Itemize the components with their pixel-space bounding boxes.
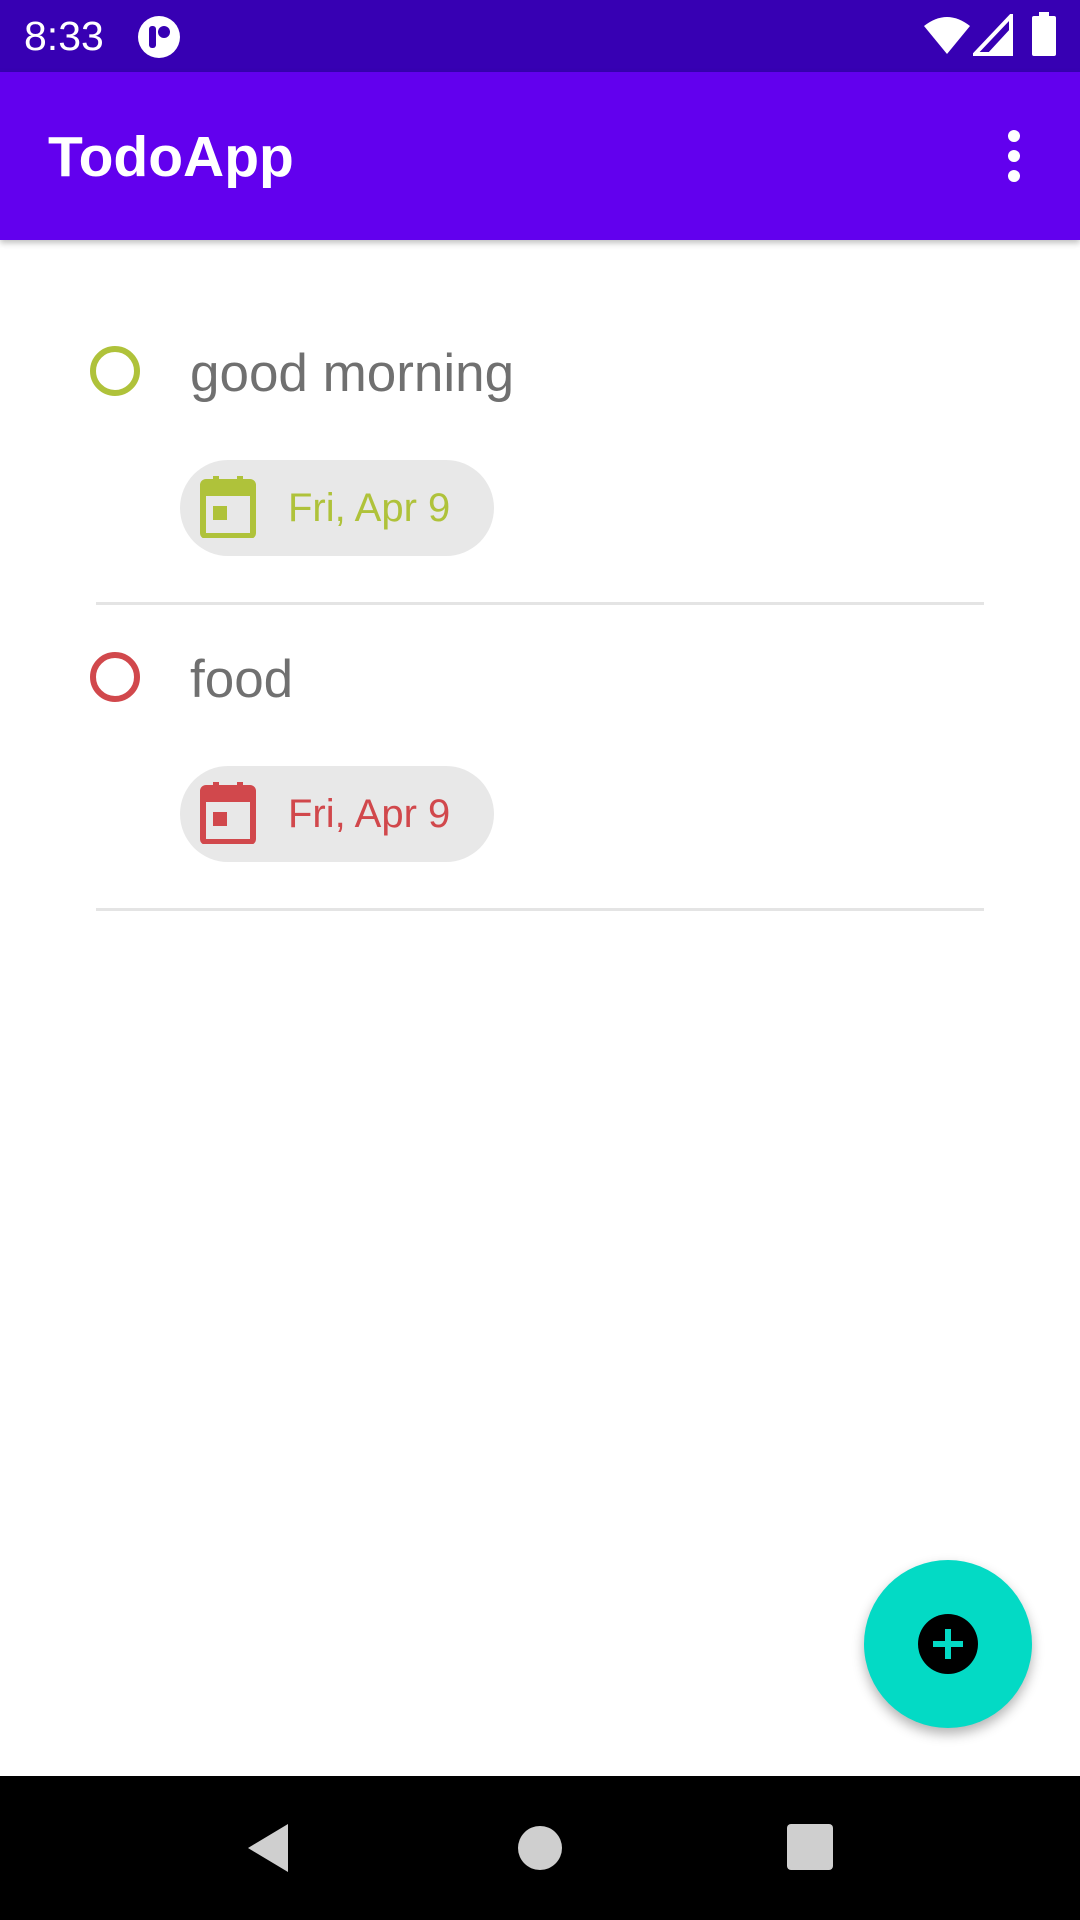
app-bar: TodoApp [0, 72, 1080, 240]
recents-icon[interactable] [780, 1820, 840, 1876]
calendar-icon [200, 782, 256, 844]
calendar-icon [200, 476, 256, 538]
due-date: Fri, Apr 9 [288, 792, 451, 836]
navigation-bar [0, 1776, 1080, 1920]
back-icon[interactable] [240, 1820, 300, 1876]
complete-checkbox[interactable] [90, 652, 140, 702]
divider [96, 602, 984, 605]
app-title: TodoApp [48, 125, 294, 189]
todo-item[interactable]: good morning Fri, Apr 9 [0, 300, 1080, 606]
app-notification-icon [138, 16, 180, 58]
home-icon[interactable] [510, 1820, 570, 1876]
todo-title: good morning [190, 344, 515, 403]
status-time: 8:33 [24, 13, 104, 59]
date-chip[interactable]: Fri, Apr 9 [180, 460, 494, 556]
todo-title: food [190, 650, 294, 709]
more-vert-icon[interactable] [990, 124, 1038, 188]
divider [96, 908, 984, 911]
wifi-icon [924, 17, 970, 54]
date-chip[interactable]: Fri, Apr 9 [180, 766, 494, 862]
complete-checkbox[interactable] [90, 346, 140, 396]
status-bar: 8:33 [0, 0, 1080, 72]
todo-item[interactable]: food Fri, Apr 9 [0, 606, 1080, 912]
add-icon [918, 1614, 978, 1674]
due-date: Fri, Apr 9 [288, 486, 451, 530]
battery-icon [1032, 12, 1056, 56]
add-todo-button[interactable] [864, 1560, 1032, 1728]
signal-icon [973, 14, 1013, 56]
